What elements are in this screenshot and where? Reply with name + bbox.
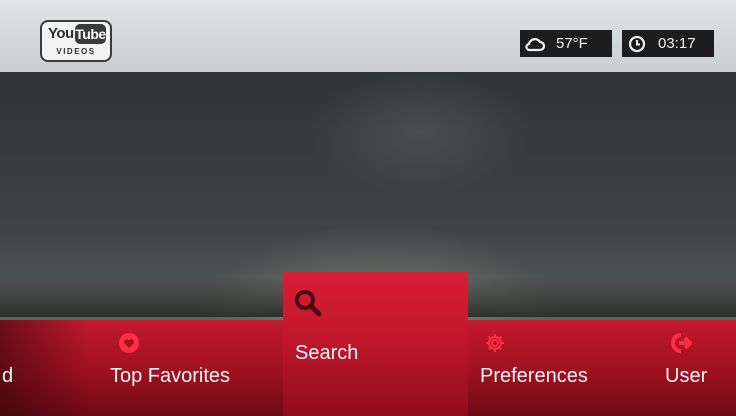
cloud-icon bbox=[524, 33, 546, 55]
youtube-logo: You Tube VIDEOS bbox=[40, 20, 112, 62]
menu-item-user[interactable]: User bbox=[655, 320, 736, 416]
clock-status: 03:17 bbox=[622, 30, 714, 57]
menu-item-label: d bbox=[2, 365, 14, 387]
menu-item-label: Search bbox=[295, 342, 359, 364]
menu-item-label: Top Favorites bbox=[110, 365, 231, 387]
menu-item-search[interactable]: Search bbox=[283, 272, 468, 416]
menu-item-partial[interactable]: d bbox=[0, 320, 40, 416]
weather-status: 57°F bbox=[520, 30, 612, 57]
menu-item-label: Preferences bbox=[480, 365, 588, 387]
heart-icon bbox=[118, 332, 140, 354]
temperature-text: 57°F bbox=[556, 35, 588, 52]
gear-icon bbox=[484, 332, 506, 354]
search-icon bbox=[293, 288, 323, 318]
menu-item-preferences[interactable]: Preferences bbox=[470, 320, 620, 416]
logo-text-tube: Tube bbox=[75, 24, 106, 44]
youtube-app-screen: You Tube VIDEOS 57°F 03:17 d Top Favorit… bbox=[0, 0, 736, 416]
sign-out-icon bbox=[669, 332, 692, 354]
top-bar: You Tube VIDEOS 57°F 03:17 bbox=[0, 0, 736, 72]
clock-text: 03:17 bbox=[658, 35, 696, 52]
logo-text-you: You bbox=[48, 25, 74, 42]
menu-item-label: User bbox=[665, 365, 708, 387]
logo-text-videos: VIDEOS bbox=[56, 47, 96, 56]
menu-item-top-favorites[interactable]: Top Favorites bbox=[100, 320, 270, 416]
clock-icon bbox=[626, 33, 648, 55]
